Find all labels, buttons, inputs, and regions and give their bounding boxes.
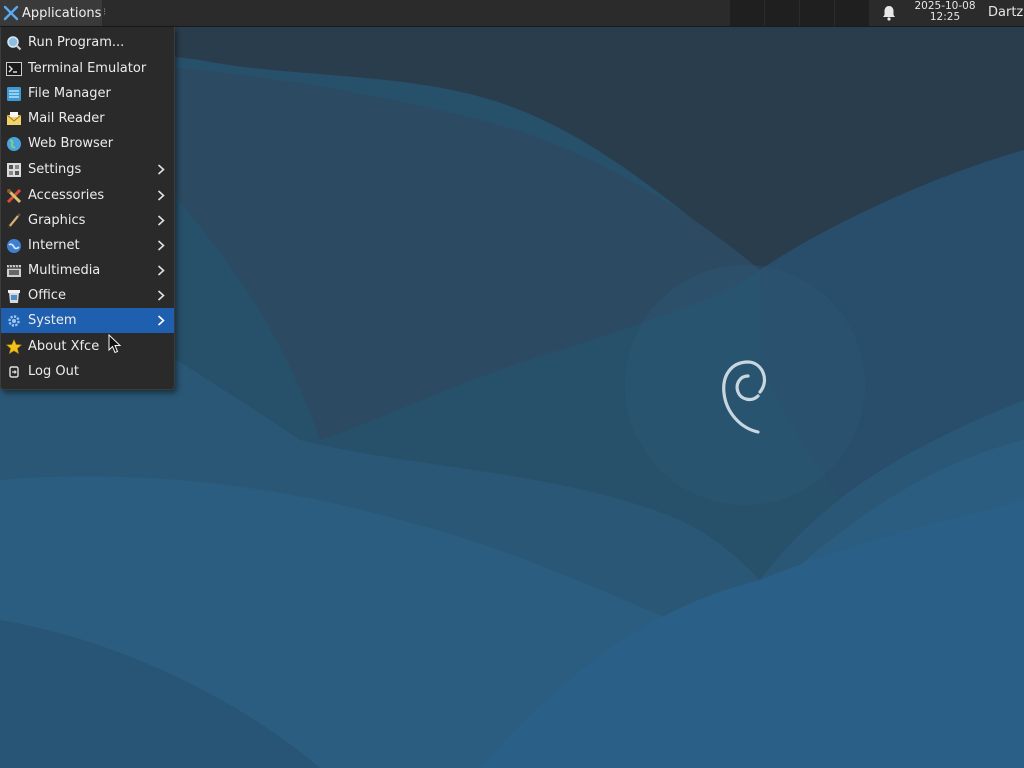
workspace-1[interactable] [730, 0, 765, 26]
menu-item-about-xfce[interactable]: About Xfce [1, 334, 174, 359]
clock-time: 12:25 [929, 11, 961, 23]
applications-menu: Run Program... Terminal Emulator File Ma… [0, 27, 175, 390]
run-program-icon [7, 35, 22, 50]
menu-item-file-manager[interactable]: File Manager [1, 81, 174, 106]
top-panel: Applications ⁝ 2025-10-08 12:25 Dartz [0, 0, 1024, 27]
submenu-arrow-icon [157, 315, 165, 326]
xfce-logo-icon [3, 5, 19, 21]
submenu-arrow-icon [157, 240, 165, 251]
submenu-arrow-icon [157, 290, 165, 301]
system-icon [8, 314, 20, 327]
menu-item-terminal-emulator[interactable]: Terminal Emulator [1, 56, 174, 81]
menu-item-graphics[interactable]: Graphics [1, 208, 174, 233]
submenu-arrow-icon [157, 215, 165, 226]
workspace-4[interactable] [835, 0, 870, 26]
user-menu[interactable]: Dartz [988, 0, 1023, 26]
star-icon [6, 338, 22, 354]
menu-item-multimedia[interactable]: Multimedia [1, 258, 174, 283]
menu-item-web-browser[interactable]: Web Browser [1, 131, 174, 156]
panel-clock[interactable]: 2025-10-08 12:25 [906, 1, 984, 23]
submenu-arrow-icon [157, 190, 165, 201]
applications-label: Applications [22, 5, 102, 21]
settings-icon [7, 162, 21, 177]
file-manager-icon [7, 86, 21, 101]
graphics-icon [7, 212, 21, 228]
panel-separator: ⁝ [103, 7, 107, 18]
menu-item-mail-reader[interactable]: Mail Reader [1, 106, 174, 131]
mouse-pointer-icon [108, 334, 122, 354]
submenu-arrow-icon [157, 164, 165, 175]
notification-bell-icon[interactable] [880, 5, 898, 21]
applications-menu-button[interactable]: Applications [0, 0, 102, 26]
workspace-3[interactable] [800, 0, 835, 26]
workspace-2[interactable] [765, 0, 800, 26]
menu-item-system[interactable]: System [1, 308, 174, 333]
menu-item-internet[interactable]: Internet [1, 233, 174, 258]
menu-item-run-program[interactable]: Run Program... [1, 30, 174, 55]
accessories-icon [6, 188, 22, 203]
submenu-arrow-icon [157, 265, 165, 276]
mail-icon [6, 111, 22, 125]
logout-icon [9, 365, 19, 378]
workspace-switcher [730, 0, 870, 26]
terminal-icon [6, 61, 22, 76]
web-browser-icon [7, 136, 21, 151]
multimedia-icon [7, 264, 21, 277]
menu-item-office[interactable]: Office [1, 283, 174, 308]
menu-item-settings[interactable]: Settings [1, 157, 174, 182]
internet-icon [7, 238, 21, 253]
office-icon [8, 289, 20, 303]
menu-item-accessories[interactable]: Accessories [1, 183, 174, 208]
menu-item-log-out[interactable]: Log Out [1, 359, 174, 384]
